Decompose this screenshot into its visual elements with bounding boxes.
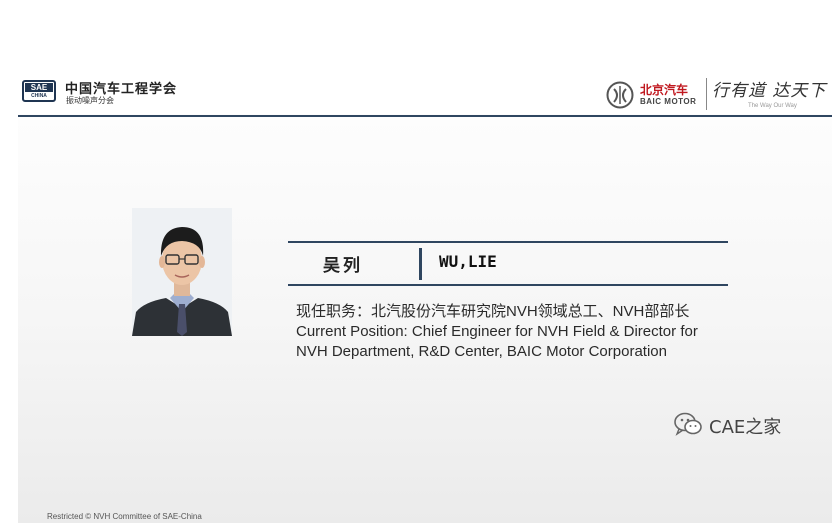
speaker-position: 现任职务：北汽股份汽车研究院NVH领域总工、NVH部部长 Current Pos… (296, 302, 756, 362)
name-card-bottom-rule (288, 284, 728, 286)
name-card-divider (419, 248, 422, 280)
header-divider (18, 115, 832, 117)
sae-logo-text: SAE (25, 83, 53, 92)
position-line: 现任职务：北汽股份汽车研究院NVH领域总工、NVH部部长 (296, 303, 690, 320)
speaker-name-cn: 吴列 (323, 256, 363, 276)
brand-slogan-en: The Way Our Way (748, 103, 797, 109)
slide-header: SAE CHINA 中国汽车工程学会 振动噪声分会 北京汽车 BAIC MOTO… (18, 62, 832, 114)
watermark-text: CAE之家 (709, 417, 782, 438)
wechat-icon (674, 412, 702, 436)
footer-copyright: Restricted © NVH Committee of SAE-China (47, 512, 202, 521)
position-line: NVH Department, R&D Center, BAIC Motor C… (296, 343, 667, 360)
brand-divider (706, 78, 707, 110)
sae-logo-subtext: CHINA (31, 93, 47, 99)
baic-cn-brand: 北京汽车 (640, 83, 689, 97)
sae-china-logo: SAE CHINA (22, 80, 56, 102)
baic-en-brand: BAIC MOTOR (640, 97, 697, 106)
speaker-photo (132, 208, 232, 336)
position-line: Current Position: Chief Engineer for NVH… (296, 323, 698, 340)
name-card-top-rule (288, 241, 728, 243)
slide: SAE CHINA 中国汽车工程学会 振动噪声分会 北京汽车 BAIC MOTO… (18, 62, 832, 523)
baic-emblem-icon (606, 81, 634, 109)
org-subname: 振动噪声分会 (66, 96, 114, 105)
brand-slogan: 行有道 达天下 (712, 81, 827, 101)
speaker-name-en: WU,LIE (439, 252, 497, 271)
